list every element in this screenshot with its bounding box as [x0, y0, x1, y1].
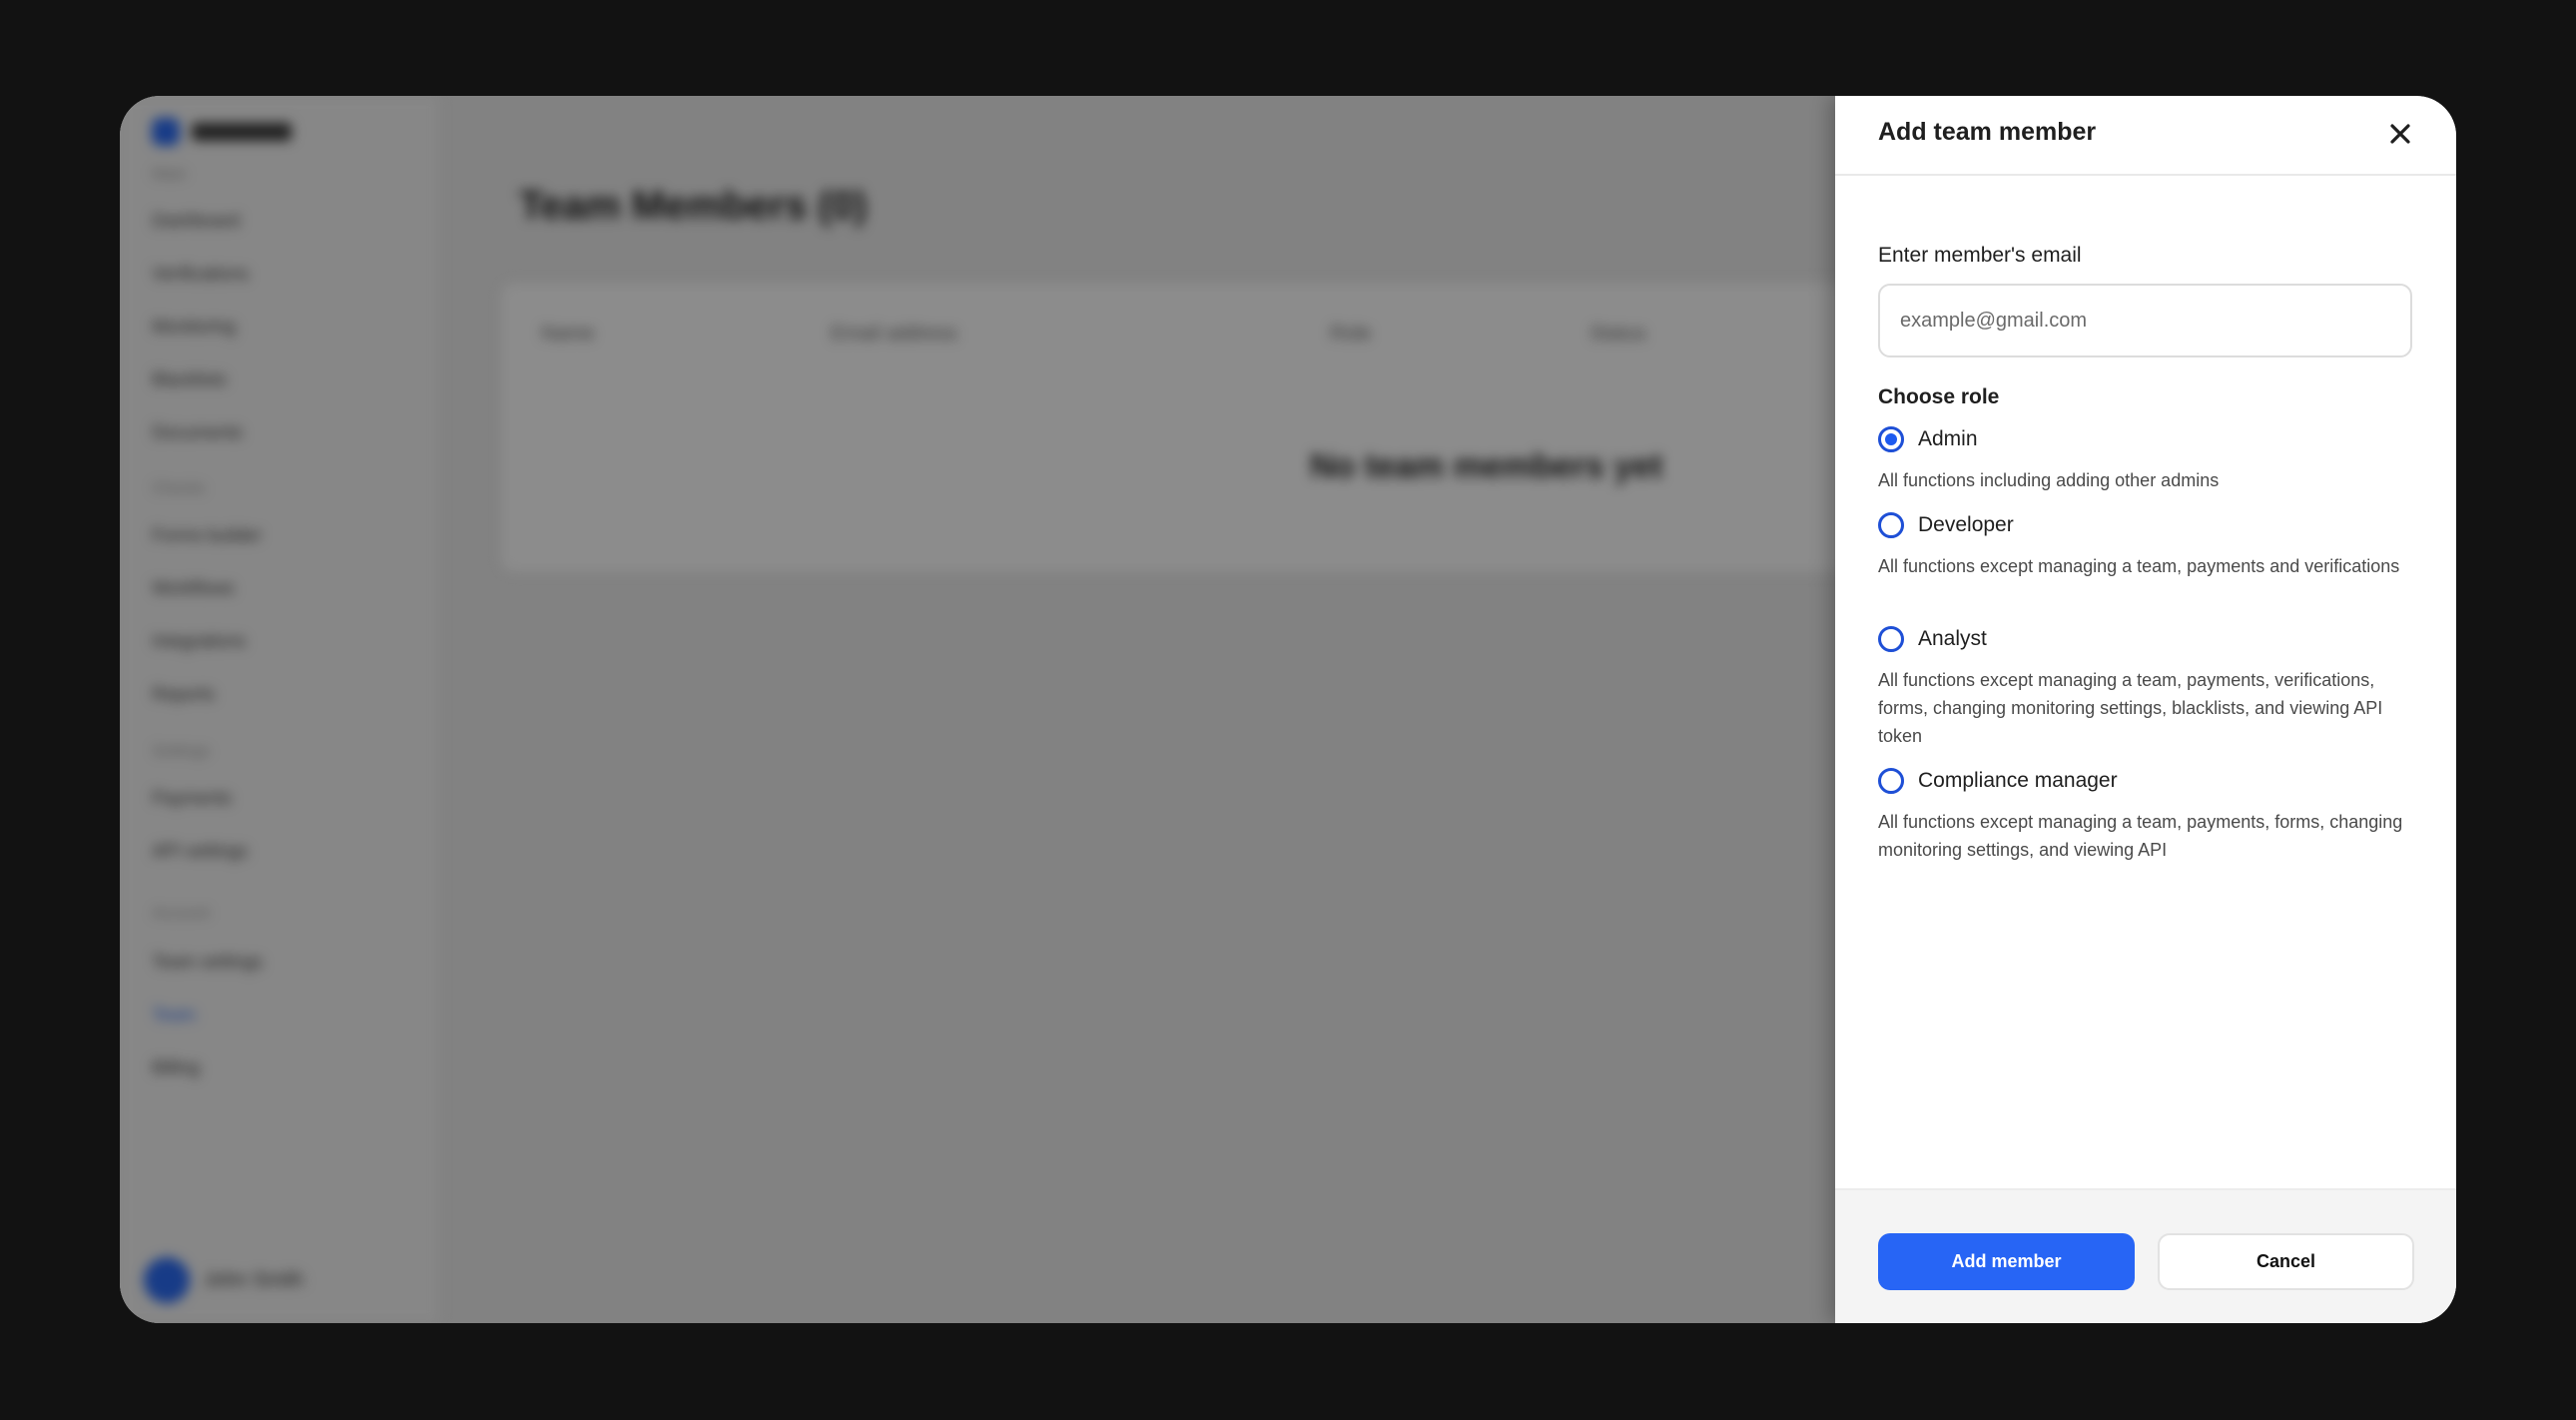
email-field[interactable] — [1878, 284, 2412, 357]
add-team-member-drawer: Add team member Enter member's email Cho… — [1835, 96, 2456, 1323]
role-heading: Choose role — [1878, 385, 2000, 408]
role-description: All functions except managing a team, pa… — [1878, 812, 2403, 860]
radio-unchecked-icon[interactable] — [1878, 512, 1904, 538]
drawer-header: Add team member — [1835, 96, 2456, 176]
add-member-button[interactable]: Add member — [1878, 1233, 2135, 1290]
role-description: All functions except managing a team, pa… — [1878, 670, 2383, 746]
role-description: All functions including adding other adm… — [1878, 470, 2220, 490]
role-option-admin: Admin All functions including adding oth… — [1878, 424, 2417, 494]
drawer-footer: Add member Cancel — [1835, 1188, 2456, 1323]
role-radio-analyst[interactable]: Analyst — [1878, 624, 2417, 654]
role-option-analyst: Analyst All functions except managing a … — [1878, 624, 2417, 750]
app-window: Main Dashboard Verifications Monitoring … — [120, 96, 2456, 1323]
close-icon — [2390, 124, 2410, 144]
role-option-compliance-manager: Compliance manager All functions except … — [1878, 766, 2417, 864]
role-name: Developer — [1918, 513, 2014, 536]
role-option-developer: Developer All functions except managing … — [1878, 510, 2417, 580]
role-radio-developer[interactable]: Developer — [1878, 510, 2417, 540]
role-name: Admin — [1918, 427, 1978, 450]
role-description: All functions except managing a team, pa… — [1878, 556, 2400, 576]
drawer-title: Add team member — [1878, 118, 2097, 146]
role-name: Analyst — [1918, 627, 1987, 650]
close-button[interactable] — [2384, 118, 2416, 150]
radio-unchecked-icon[interactable] — [1878, 768, 1904, 794]
email-label: Enter member's email — [1878, 244, 2082, 267]
cancel-button[interactable]: Cancel — [2158, 1233, 2414, 1290]
radio-checked-icon[interactable] — [1878, 426, 1904, 452]
role-radio-compliance-manager[interactable]: Compliance manager — [1878, 766, 2417, 796]
role-radio-admin[interactable]: Admin — [1878, 424, 2417, 454]
radio-unchecked-icon[interactable] — [1878, 626, 1904, 652]
role-name: Compliance manager — [1918, 769, 2118, 792]
